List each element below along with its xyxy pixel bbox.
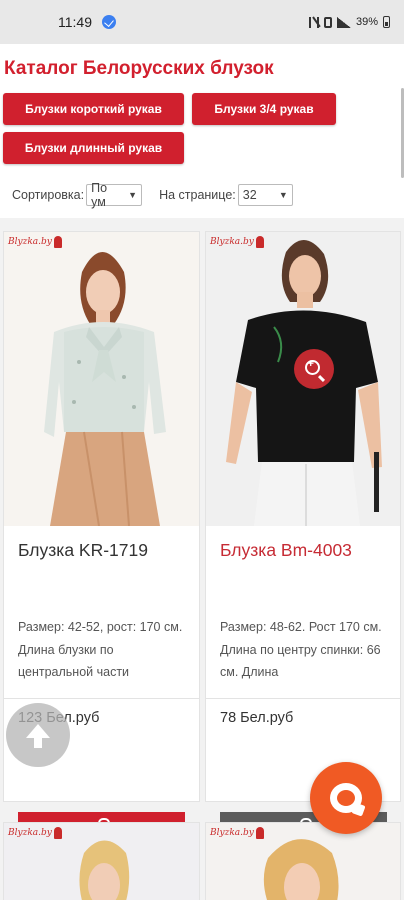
brand-logo: Blyzka.by bbox=[210, 236, 264, 248]
sort-select-value: По ум bbox=[91, 181, 108, 209]
category-button-long-sleeve[interactable]: Блузки длинный рукав bbox=[3, 132, 184, 164]
vibrate-icon bbox=[323, 16, 332, 28]
product-name[interactable]: Блузка KR-1719 bbox=[18, 540, 148, 561]
brand-logo-text: Blyzka.by bbox=[210, 237, 254, 247]
signal-icon bbox=[336, 16, 351, 28]
sort-select[interactable]: По ум ▼ bbox=[86, 181, 143, 209]
brand-logo-text: Blyzka.by bbox=[8, 237, 52, 247]
status-time: 11:49 bbox=[58, 14, 92, 30]
per-page-select-value: 32 bbox=[242, 188, 257, 202]
per-page-select[interactable]: 32 ▼ bbox=[237, 184, 293, 206]
zoom-in-icon bbox=[304, 358, 320, 375]
divider bbox=[4, 698, 199, 699]
brand-logo: Blyzka.by bbox=[8, 236, 62, 248]
product-card[interactable]: Blyzka.by Блузка Bm-4003 Размер: 48-62. … bbox=[205, 231, 401, 846]
product-image[interactable]: Blyzka.by bbox=[4, 232, 199, 526]
category-button-three-quarter-sleeve[interactable]: Блузки 3/4 рукав bbox=[192, 93, 336, 125]
product-card[interactable]: Blyzka.by bbox=[205, 822, 401, 900]
category-button-short-sleeve[interactable]: Блузки короткий рукав bbox=[3, 93, 184, 125]
brand-figure-icon bbox=[255, 827, 264, 839]
product-name[interactable]: Блузка Bm-4003 bbox=[220, 540, 352, 561]
sort-label: Сортировка: bbox=[12, 188, 85, 202]
battery-icon bbox=[383, 16, 390, 28]
per-page-label: На странице: bbox=[159, 188, 236, 202]
brand-figure-icon bbox=[53, 827, 62, 839]
notification-icon bbox=[102, 15, 116, 29]
back-to-top-button[interactable] bbox=[6, 703, 70, 767]
chat-button[interactable] bbox=[310, 762, 382, 834]
product-photo-blouse-kr-1719 bbox=[4, 232, 199, 526]
brand-logo-text: Blyzka.by bbox=[8, 828, 52, 838]
arrow-up-icon bbox=[26, 724, 50, 748]
product-price: 78 Бел.руб bbox=[220, 710, 294, 726]
status-bar: 11:49 39% bbox=[0, 0, 404, 44]
brand-figure-icon bbox=[255, 236, 264, 248]
sort-controls: Сортировка: По ум ▼ На странице: 32 ▼ bbox=[12, 181, 293, 209]
chevron-down-icon: ▼ bbox=[278, 190, 288, 200]
status-icons: 39% bbox=[308, 16, 390, 28]
brand-logo-text: Blyzka.by bbox=[210, 828, 254, 838]
product-card[interactable]: Blyzka.by bbox=[3, 822, 200, 900]
brand-logo: Blyzka.by bbox=[8, 827, 62, 839]
page-title: Каталог Белорусских блузок bbox=[4, 58, 274, 79]
zoom-button[interactable] bbox=[294, 349, 334, 389]
battery-percent: 39% bbox=[355, 16, 378, 28]
product-image[interactable]: Blyzka.by bbox=[206, 232, 400, 526]
product-description: Размер: 42-52, рост: 170 см. Длина блузк… bbox=[18, 620, 183, 679]
nfc-icon bbox=[308, 16, 319, 28]
chat-icon bbox=[330, 783, 362, 813]
divider bbox=[206, 698, 400, 699]
brand-figure-icon bbox=[53, 236, 62, 248]
chevron-down-icon: ▼ bbox=[128, 190, 138, 200]
brand-logo: Blyzka.by bbox=[210, 827, 264, 839]
product-description: Размер: 48-62. Рост 170 см. Длина по цен… bbox=[220, 620, 382, 679]
